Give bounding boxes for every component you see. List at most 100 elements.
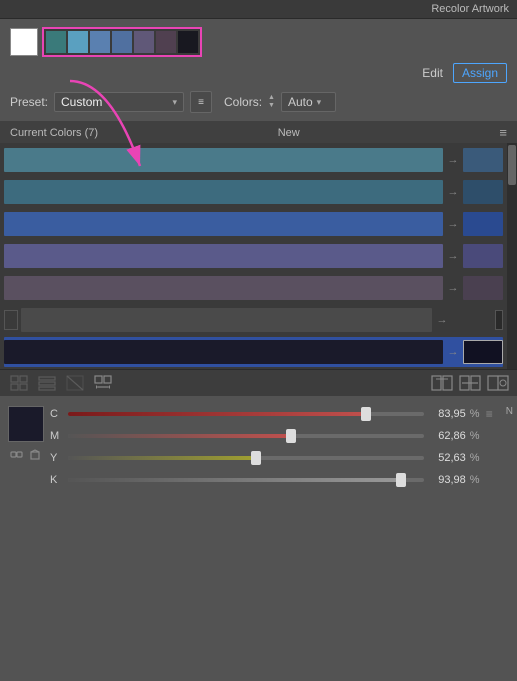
panel-title: Recolor Artwork: [431, 3, 509, 15]
swatch-6[interactable]: [156, 31, 176, 53]
link-icon[interactable]: [9, 446, 25, 462]
r2-svg: [459, 375, 481, 391]
preset-value: Custom: [61, 95, 168, 109]
new-color-3[interactable]: [463, 212, 503, 236]
color-area: Current Colors (7) New ≡ → → →: [0, 121, 517, 396]
toolbar-right: [431, 374, 509, 392]
main-color-3[interactable]: [4, 212, 443, 236]
main-color-1[interactable]: [4, 148, 443, 172]
y-slider-fill: [68, 456, 257, 460]
bars-svg: [38, 375, 56, 391]
main-color-2[interactable]: [4, 180, 443, 204]
c-slider-thumb[interactable]: [361, 407, 371, 421]
tab-edit[interactable]: Edit: [416, 64, 449, 82]
swatch-4[interactable]: [112, 31, 132, 53]
r3-svg: [487, 375, 509, 391]
swatch-2[interactable]: [68, 31, 88, 53]
arrow-icon-4: →: [446, 250, 460, 262]
color-rows: → → → →: [0, 143, 507, 369]
colors-dropdown-arrow: ▾: [317, 97, 322, 108]
y-slider-thumb[interactable]: [251, 451, 261, 465]
y-pct: %: [470, 452, 482, 464]
preset-list-button[interactable]: ≡: [190, 91, 212, 113]
preset-list-icon: ≡: [198, 97, 204, 108]
k-pct: %: [470, 474, 482, 486]
toolbar-icon-no[interactable]: [64, 374, 86, 392]
table-row: →: [4, 209, 503, 239]
new-color-1[interactable]: [463, 148, 503, 172]
c-slider-fill: [68, 412, 367, 416]
new-color-6[interactable]: [452, 308, 492, 332]
swatch-7[interactable]: [178, 31, 198, 53]
k-slider-track[interactable]: [68, 478, 424, 482]
white-swatch[interactable]: [10, 28, 38, 56]
main-color-6[interactable]: [21, 308, 432, 332]
color-preview[interactable]: [8, 406, 44, 442]
arrow-icon-6: →: [435, 314, 449, 326]
m-slider-track[interactable]: [68, 434, 424, 438]
cmyk-area: C 83,95 % ≡ M 62,86 % Y: [0, 400, 517, 492]
c-menu-icon[interactable]: ≡: [486, 407, 500, 421]
main-color-5[interactable]: [4, 276, 443, 300]
slider-row-k: K 93,98 %: [50, 472, 500, 488]
toolbar-icon-r1[interactable]: [431, 374, 453, 392]
preset-dropdown[interactable]: Custom ▾: [54, 92, 184, 112]
slider-row-c: C 83,95 % ≡: [50, 406, 500, 422]
c-pct: %: [470, 408, 482, 420]
tab-assign[interactable]: Assign: [453, 63, 507, 83]
y-slider-track[interactable]: [68, 456, 424, 460]
new-color-7[interactable]: [463, 340, 503, 364]
current-colors-label: Current Colors (7): [10, 127, 98, 139]
stepper-down-icon: ▼: [268, 102, 275, 110]
title-bar: Recolor Artwork: [0, 0, 517, 19]
cmyk-left-col: [8, 406, 44, 462]
swatch-3[interactable]: [90, 31, 110, 53]
cube-svg: [29, 448, 42, 461]
tabs-row: Edit Assign: [0, 61, 517, 87]
table-row: →: [4, 177, 503, 207]
colors-label: Colors:: [224, 95, 262, 109]
y-value: 52,63: [428, 452, 466, 464]
toolbar-icon-grid1[interactable]: [8, 374, 30, 392]
c-slider-track[interactable]: [68, 412, 424, 416]
move-svg: [94, 375, 112, 391]
colors-stepper[interactable]: ▲ ▼: [268, 94, 275, 110]
row6-right-swatch[interactable]: [495, 310, 503, 330]
k-slider-fill: [68, 478, 402, 482]
color-area-header: Current Colors (7) New ≡: [0, 121, 517, 143]
row6-left-swatch[interactable]: [4, 310, 18, 330]
main-color-7[interactable]: [4, 340, 443, 364]
new-color-5[interactable]: [463, 276, 503, 300]
m-label: M: [50, 430, 64, 442]
toolbar-icon-r2[interactable]: [459, 374, 481, 392]
m-slider-thumb[interactable]: [286, 429, 296, 443]
arrow-icon-2: →: [446, 186, 460, 198]
toolbar-icon-r3[interactable]: [487, 374, 509, 392]
table-row: →: [4, 273, 503, 303]
cube-icon[interactable]: [28, 446, 44, 462]
toolbar-icon-bars[interactable]: [36, 374, 58, 392]
colors-dropdown[interactable]: Auto ▾: [281, 92, 336, 112]
swatch-1[interactable]: [46, 31, 66, 53]
m-pct: %: [470, 430, 482, 442]
toolbar-icon-move[interactable]: [92, 374, 114, 392]
link-svg: [10, 448, 23, 461]
k-slider-thumb[interactable]: [396, 473, 406, 487]
swatches-group: [42, 27, 202, 57]
cmyk-bottom-icons: [9, 446, 44, 462]
arrow-icon-7: →: [446, 346, 460, 358]
table-row: →: [4, 241, 503, 271]
scrollbar[interactable]: [507, 143, 517, 369]
slider-row-y: Y 52,63 %: [50, 450, 500, 466]
new-color-4[interactable]: [463, 244, 503, 268]
swatches-row: [0, 19, 517, 61]
swatch-5[interactable]: [134, 31, 154, 53]
new-color-2[interactable]: [463, 180, 503, 204]
arrow-icon-5: →: [446, 282, 460, 294]
main-color-4[interactable]: [4, 244, 443, 268]
scrollbar-thumb[interactable]: [508, 145, 516, 185]
color-area-menu-icon[interactable]: ≡: [499, 125, 507, 140]
color-rows-container: → → → →: [0, 143, 517, 369]
n-label: N: [506, 406, 513, 417]
arrow-icon-3: →: [446, 218, 460, 230]
